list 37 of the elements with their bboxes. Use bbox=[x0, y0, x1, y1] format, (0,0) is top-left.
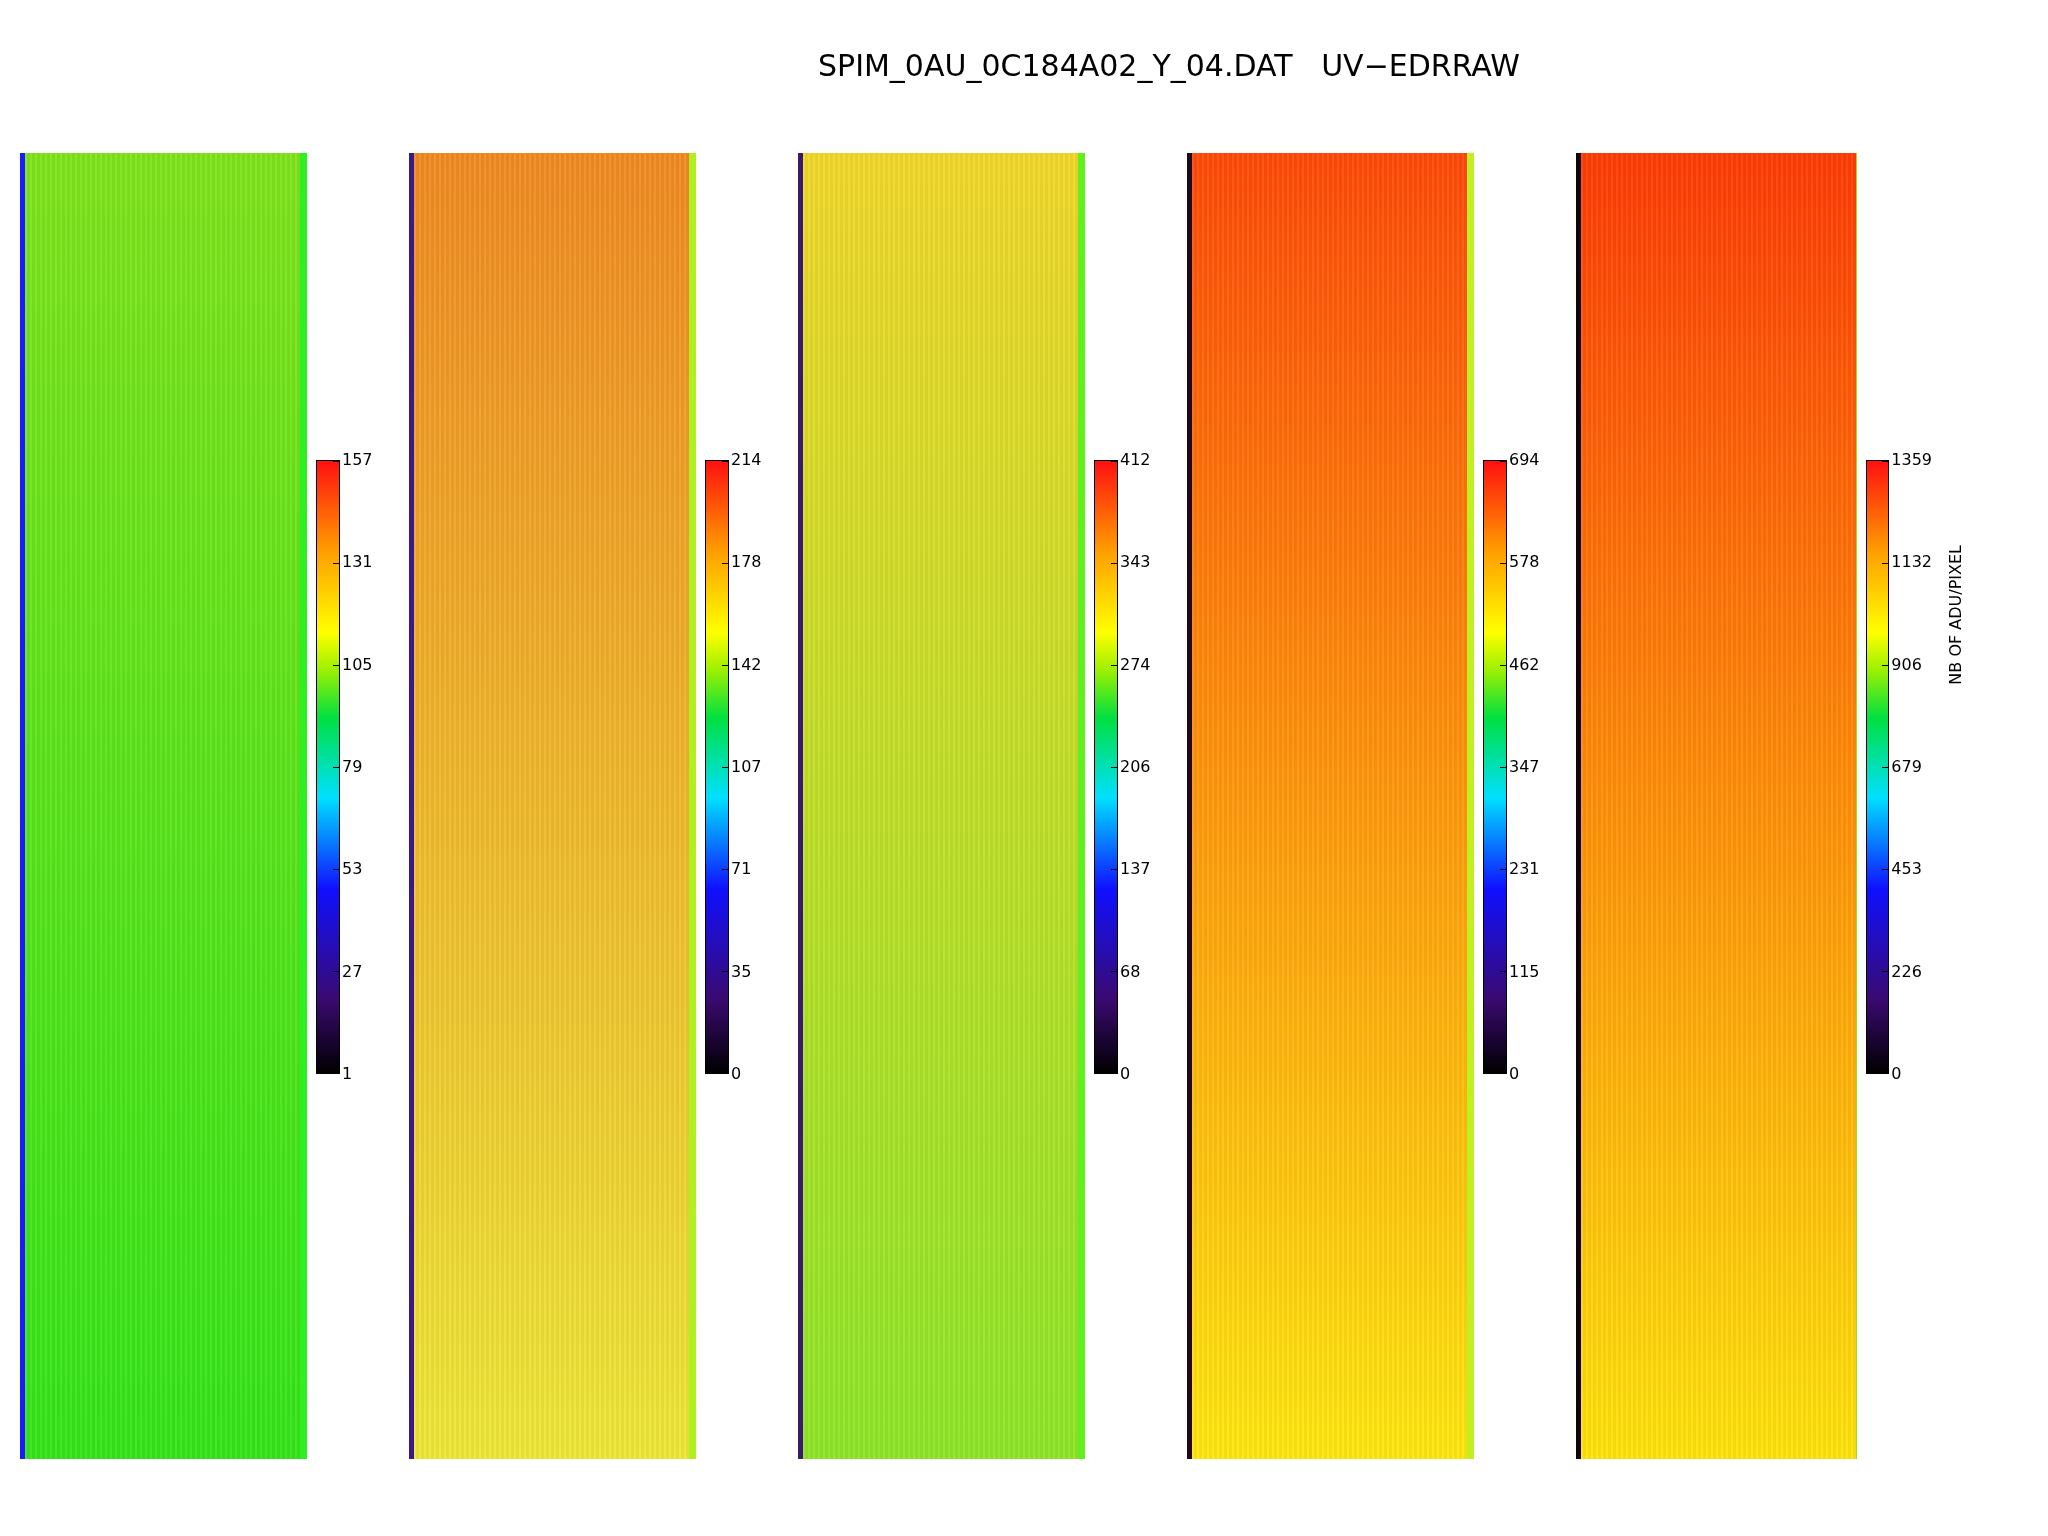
tick-label: 274 bbox=[1119, 654, 1151, 675]
tick-label: 0 bbox=[1119, 1063, 1132, 1084]
tick-label: 453 bbox=[1890, 859, 1923, 880]
tick-label: 0 bbox=[1508, 1063, 1521, 1084]
tick-label: 214 bbox=[730, 450, 762, 470]
tick-label: 105 bbox=[341, 654, 373, 675]
tick-label: 178 bbox=[730, 552, 762, 573]
tick-label: 226 bbox=[1890, 961, 1923, 982]
tick-label: 694 bbox=[1508, 450, 1540, 470]
tick-label: 27 bbox=[341, 961, 364, 982]
tick-label: 0 bbox=[730, 1063, 743, 1084]
tick-label: 53 bbox=[341, 859, 364, 880]
tick-label: 0 bbox=[1890, 1063, 1903, 1084]
axis-label: NB OF ADU/PIXEL bbox=[1946, 545, 1965, 685]
tick-label: 142 bbox=[730, 654, 762, 675]
tick-label: 412 bbox=[1119, 450, 1151, 470]
tick-label: 107 bbox=[730, 757, 762, 777]
tick-label: 71 bbox=[730, 859, 753, 880]
tick-label: 206 bbox=[1119, 757, 1151, 777]
tick-label: 679 bbox=[1890, 757, 1923, 777]
tick-label: 343 bbox=[1119, 552, 1151, 573]
tick-label: 578 bbox=[1508, 552, 1540, 573]
tick-label: 231 bbox=[1508, 859, 1540, 880]
tick-label: 1359 bbox=[1890, 450, 1932, 470]
tick-label: 115 bbox=[1508, 961, 1540, 982]
tick-label: 906 bbox=[1890, 654, 1923, 675]
tick-label: 79 bbox=[341, 757, 364, 777]
tick-label: 157 bbox=[341, 450, 373, 470]
tick-label: 347 bbox=[1508, 757, 1540, 777]
tick-label: 35 bbox=[730, 961, 753, 982]
plot-title: SPIM_0AU_0C184A02_Y_04.DAT UV−EDRRAW bbox=[818, 47, 1521, 85]
tick-label: 462 bbox=[1508, 654, 1540, 675]
tick-label: 1132 bbox=[1890, 552, 1932, 573]
tick-label: 137 bbox=[1119, 859, 1151, 880]
tick-label: 131 bbox=[341, 552, 373, 573]
tick-label: 68 bbox=[1119, 961, 1142, 982]
tick-label: 1 bbox=[341, 1063, 354, 1084]
